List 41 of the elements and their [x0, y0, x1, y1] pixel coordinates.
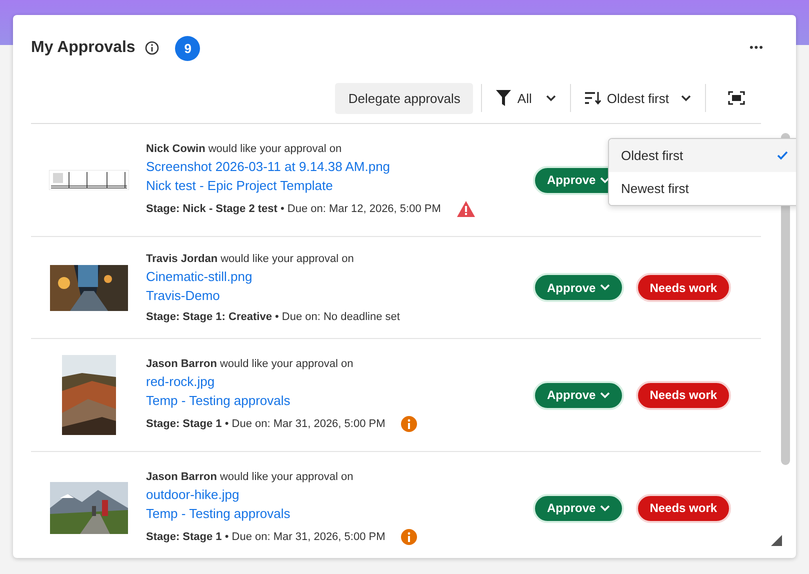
project-link[interactable]: Temp - Testing approvals: [146, 506, 533, 521]
chevron-icon: [600, 392, 610, 398]
request-text: Jason Barron would like your approval on: [146, 471, 354, 483]
stage-text: Stage: Stage 1 • Due on: Mar 31, 2026, 5:00 PM: [146, 531, 386, 543]
checkmark-icon: [777, 151, 788, 160]
project-link[interactable]: Temp - Testing approvals: [146, 393, 533, 408]
needs-work-button[interactable]: Needs work: [636, 273, 732, 302]
chevron-icon: [546, 94, 556, 102]
stage-text: Stage: Stage 1: Creative • Due on: No deadline set: [146, 310, 400, 322]
fullscreen-icon: [728, 91, 745, 105]
resize-handle-icon[interactable]: [771, 535, 782, 546]
sort-icon: [584, 91, 601, 105]
count-badge: 9: [175, 36, 200, 60]
file-link[interactable]: Screenshot 2026-03-11 at 9.14.38 AM.png: [146, 159, 533, 174]
file-link[interactable]: red-rock.jpg: [146, 374, 533, 389]
project-link[interactable]: Nick test - Epic Project Template: [146, 178, 533, 193]
needs-work-button[interactable]: Needs work: [636, 380, 732, 410]
approve-button[interactable]: Approve: [533, 494, 624, 522]
chevron-icon: [681, 94, 691, 102]
sort-dropdown[interactable]: Oldest first: [578, 82, 697, 114]
delegate-button[interactable]: Delegate approvals: [335, 82, 474, 114]
chevron-icon: [600, 504, 610, 512]
sort-option[interactable]: Newest first: [609, 172, 796, 205]
file-link[interactable]: outdoor-hike.jpg: [146, 487, 533, 502]
file-link[interactable]: Cinematic-still.png: [146, 268, 533, 284]
panel-title: My Approvals: [31, 39, 136, 57]
chevron-icon: [600, 284, 610, 291]
stage-text: Stage: Stage 1 • Due on: Mar 31, 2026, 5:00 PM: [146, 418, 386, 430]
sort-option[interactable]: Oldest first: [609, 139, 796, 172]
filter-dropdown[interactable]: All: [490, 82, 562, 114]
more-button[interactable]: •••: [745, 40, 768, 56]
request-text: Travis Jordan would like your approval on: [146, 252, 355, 264]
info-icon[interactable]: [145, 41, 160, 55]
request-text: Jason Barron would like your approval on: [146, 358, 354, 370]
project-link[interactable]: Travis-Demo: [146, 288, 533, 302]
approve-button[interactable]: Approve: [533, 380, 624, 410]
filter-icon: [496, 90, 512, 106]
needs-work-button[interactable]: Needs work: [636, 494, 732, 522]
approve-button[interactable]: Approve: [533, 273, 624, 302]
request-text: Nick Cowin would like your approval on: [146, 143, 343, 155]
stage-text: Stage: Nick - Stage 2 test • Due on: Mar 12, 2026, 5:00 PM: [146, 203, 441, 215]
